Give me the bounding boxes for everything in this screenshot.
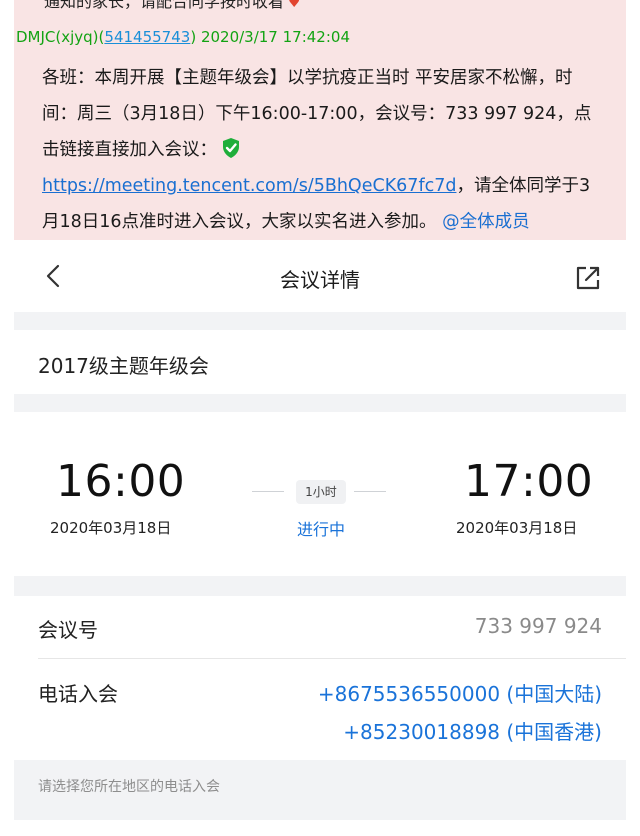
section-gap bbox=[14, 576, 626, 596]
phone-number-mainland[interactable]: +8675536550000 (中国大陆) bbox=[318, 678, 602, 707]
phone-tip: 请选择您所在地区的电话入会 bbox=[38, 779, 220, 795]
phone-number-hongkong[interactable]: +85230018898 (中国香港) bbox=[343, 716, 602, 745]
message-meta: DMJC(xjyq)(541455743) 2020/3/17 17:42:04 bbox=[16, 28, 350, 46]
message-line-text: ，请全体同学于3 bbox=[456, 176, 591, 196]
duration-badge: 1小时 bbox=[296, 480, 346, 504]
message-line: 击链接直接加入会议： bbox=[42, 132, 612, 168]
meeting-time-card: 16:00 2020年03月18日 1小时 进行中 17:00 2020年03月… bbox=[14, 412, 626, 576]
meeting-status: 进行中 bbox=[296, 520, 345, 539]
start-date: 2020年03月18日 bbox=[50, 519, 172, 537]
sent-time: 2020/3/17 17:42:04 bbox=[200, 28, 350, 46]
start-time: 16:00 bbox=[56, 456, 186, 507]
end-time: 17:00 bbox=[464, 456, 594, 507]
message-body: 各班：本周开展【主题年级会】以学抗疫正当时 平安居家不松懈，时 间：周三（3月1… bbox=[42, 60, 612, 240]
nav-header: 会议详情 bbox=[14, 240, 626, 312]
section-gap bbox=[14, 312, 626, 330]
message-line: https://meeting.tencent.com/s/5BhQeCK67f… bbox=[42, 168, 612, 204]
duration-line-left bbox=[252, 491, 284, 492]
sender-name[interactable]: DMJC(xjyq) bbox=[16, 28, 99, 46]
mention-all[interactable]: @全体成员 bbox=[442, 212, 530, 232]
cut-line-text: 通知的家长，请配合同学按时收看 bbox=[44, 0, 285, 11]
chat-message: 通知的家长，请配合同学按时收看 ♥ DMJC(xjyq)(541455743) 2… bbox=[14, 0, 626, 240]
duration-line-right bbox=[354, 491, 386, 492]
phone-tip-section: 请选择您所在地区的电话入会 bbox=[14, 760, 626, 820]
section-gap bbox=[14, 394, 626, 412]
meeting-id-label: 会议号 bbox=[38, 618, 98, 642]
message-cut-line: 通知的家长，请配合同学按时收看 ♥ bbox=[44, 0, 301, 12]
sender-qq[interactable]: 541455743 bbox=[104, 28, 190, 46]
meeting-name-row: 2017级主题年级会 bbox=[14, 330, 626, 394]
phone-join-label: 电话入会 bbox=[38, 682, 118, 706]
message-line-text: 月18日16点准时进入会议，大家以实名进入参加。 bbox=[42, 212, 437, 232]
meeting-link[interactable]: https://meeting.tencent.com/s/5BhQeCK67f… bbox=[42, 176, 456, 196]
message-line-text: 击链接直接加入会议： bbox=[42, 140, 217, 160]
meeting-info: 会议号 733 997 924 电话入会 +8675536550000 (中国大… bbox=[14, 596, 626, 760]
page-title: 会议详情 bbox=[280, 268, 360, 292]
share-external-icon[interactable] bbox=[574, 264, 602, 292]
end-date: 2020年03月18日 bbox=[456, 519, 578, 537]
heart-icon: ♥ bbox=[288, 0, 301, 11]
message-line: 各班：本周开展【主题年级会】以学抗疫正当时 平安居家不松懈，时 bbox=[42, 68, 573, 88]
meeting-id-value[interactable]: 733 997 924 bbox=[475, 614, 602, 638]
message-line: 间：周三（3月18日）下午16:00-17:00，会议号：733 997 924… bbox=[42, 104, 592, 124]
verified-shield-icon bbox=[223, 138, 239, 158]
divider bbox=[38, 658, 626, 659]
meeting-name: 2017级主题年级会 bbox=[38, 354, 209, 378]
message-line: 月18日16点准时进入会议，大家以实名进入参加。 @全体成员 bbox=[42, 204, 612, 240]
